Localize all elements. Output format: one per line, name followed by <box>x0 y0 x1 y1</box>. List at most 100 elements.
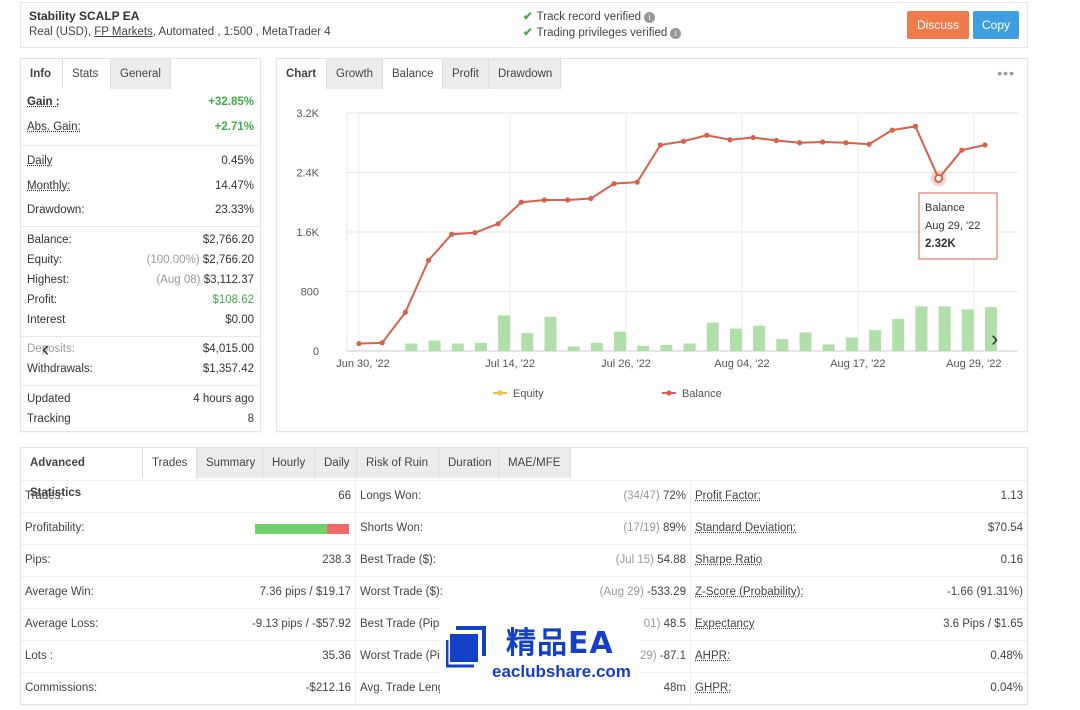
stat-row: Longs Won: (34/47) 72% <box>356 480 690 512</box>
volume-bar <box>706 322 719 351</box>
highest-label: Highest: <box>27 274 70 286</box>
tab-hourly[interactable]: Hourly <box>263 448 315 478</box>
daily-row: Daily 0.45% <box>27 155 254 173</box>
deposits-label: Deposits: <box>27 343 75 355</box>
balance-point <box>657 142 664 148</box>
updated-row: Updated 4 hours ago <box>27 393 254 411</box>
stat-label: Best Trade ($): <box>360 554 437 566</box>
gain-label[interactable]: Gain : <box>27 96 60 108</box>
stat-row: Profit Factor: 1.13 <box>691 480 1027 512</box>
stat-note: (Aug 29) <box>599 586 644 598</box>
daily-label[interactable]: Daily <box>27 155 53 167</box>
stat-label[interactable]: Expectancy <box>695 618 754 630</box>
stat-label[interactable]: AHPR: <box>695 650 730 662</box>
tab-stats[interactable]: Stats <box>63 59 111 89</box>
discuss-button[interactable]: Discuss <box>907 11 969 39</box>
stat-value-text: 7.36 pips / $19.17 <box>259 586 351 598</box>
balance-point <box>588 195 594 202</box>
abs-gain-row: Abs. Gain: +2.71% <box>27 121 254 139</box>
tab-profit[interactable]: Profit <box>443 59 489 89</box>
tab-duration[interactable]: Duration <box>439 448 499 478</box>
more-options-icon[interactable]: ••• <box>997 65 1015 81</box>
monthly-value: 14.47% <box>214 180 254 192</box>
tab-daily[interactable]: Daily <box>315 448 357 478</box>
tab-trades[interactable]: Trades <box>143 448 197 478</box>
stat-label[interactable]: Standard Deviation: <box>695 522 796 534</box>
x-tick-label: Jun 30, '22 <box>336 358 389 370</box>
updated-label: Updated <box>27 393 71 405</box>
copy-button[interactable]: Copy <box>973 11 1019 39</box>
volume-bar <box>474 342 487 351</box>
stat-value-text: -87.1 <box>659 650 686 662</box>
stat-label[interactable]: Profit Factor: <box>695 490 761 502</box>
check-icon: ✔ <box>523 11 533 23</box>
tab-risk-of-ruin[interactable]: Risk of Ruin <box>357 448 439 478</box>
stat-label: Shorts Won: <box>360 522 424 534</box>
volume-bar <box>660 345 673 351</box>
monthly-label[interactable]: Monthly: <box>27 180 70 192</box>
divider <box>21 336 260 337</box>
stat-value: 0.16 <box>1001 554 1023 566</box>
monthly-row: Monthly: 14.47% <box>27 180 254 198</box>
previous-arrow-icon[interactable]: ‹ <box>42 336 49 362</box>
tab-mae-mfe[interactable]: MAE/MFE <box>499 448 571 478</box>
abs-gain-label[interactable]: Abs. Gain: <box>27 121 81 133</box>
next-arrow-icon[interactable]: › <box>991 326 998 351</box>
tracking-value: 8 <box>247 413 254 425</box>
volume-bar <box>498 315 511 351</box>
balance-point <box>843 140 849 146</box>
tab-chart[interactable]: Chart <box>277 59 327 89</box>
system-subtitle: Real (USD), FP Markets, Automated , 1:50… <box>29 26 331 38</box>
broker-link[interactable]: FP Markets <box>94 26 153 38</box>
profit-label: Profit: <box>27 294 58 306</box>
stat-label[interactable]: Sharpe Ratio <box>695 554 762 566</box>
stat-value: (Jul 15) 54.88 <box>616 554 686 566</box>
tab-growth[interactable]: Growth <box>327 59 383 89</box>
tab-info[interactable]: Info <box>21 59 63 89</box>
volume-bar <box>521 333 534 351</box>
stat-note: (34/47) <box>623 490 660 502</box>
stat-label: Worst Trade (Pip <box>360 650 447 662</box>
interest-value: $0.00 <box>225 314 254 326</box>
y-tick-label: 800 <box>301 287 319 299</box>
stat-value-text: 66 <box>338 490 351 502</box>
volume-bar <box>683 343 696 351</box>
stat-label: Commissions: <box>25 682 98 694</box>
balance-row: Balance: $2,766.20 <box>27 234 254 252</box>
stat-label[interactable]: GHPR: <box>695 682 731 694</box>
stat-value-text: -$212.16 <box>305 682 351 694</box>
equity-row: Equity: (100.00%) $2,766.20 <box>27 254 254 272</box>
stat-label[interactable]: Z-Score (Probability): <box>695 586 804 598</box>
balance-point <box>518 199 524 205</box>
tab-general[interactable]: General <box>111 59 171 89</box>
balance-point <box>541 197 548 203</box>
balance-point <box>820 139 826 145</box>
stat-value-text: 1.13 <box>1000 490 1023 502</box>
tab-balance[interactable]: Balance <box>383 59 443 89</box>
info-icon[interactable]: i <box>644 12 656 23</box>
chart-panel: Chart Growth Balance Profit Drawdown •••… <box>276 58 1028 432</box>
withdrawals-label: Withdrawals: <box>27 363 93 375</box>
volume-bar <box>892 319 905 351</box>
stat-value-text: 89% <box>662 522 686 534</box>
divider <box>21 226 260 227</box>
legend-balance-marker <box>666 390 672 396</box>
balance-point <box>611 181 617 187</box>
stat-value-text: 3.6 Pips / $1.65 <box>943 618 1023 630</box>
stat-value-text: -9.13 pips / -$57.92 <box>251 618 351 630</box>
stat-value-text: 48.5 <box>663 618 686 630</box>
stat-value: 29) -87.1 <box>640 650 686 662</box>
track-record-label: Track record verified <box>536 11 642 23</box>
balance-point <box>565 197 571 203</box>
balance-point <box>866 141 872 147</box>
stat-value: 1.13 <box>1001 490 1023 502</box>
stat-value: 3.6 Pips / $1.65 <box>943 618 1023 630</box>
tab-summary[interactable]: Summary <box>197 448 263 478</box>
tab-drawdown[interactable]: Drawdown <box>489 59 561 89</box>
volume-bar <box>776 339 789 351</box>
balance-point <box>727 137 733 143</box>
volume-bar <box>799 332 812 351</box>
tab-advanced-statistics[interactable]: Advanced Statistics <box>21 448 143 499</box>
volume-bar <box>822 344 835 351</box>
info-icon[interactable]: i <box>670 28 682 39</box>
